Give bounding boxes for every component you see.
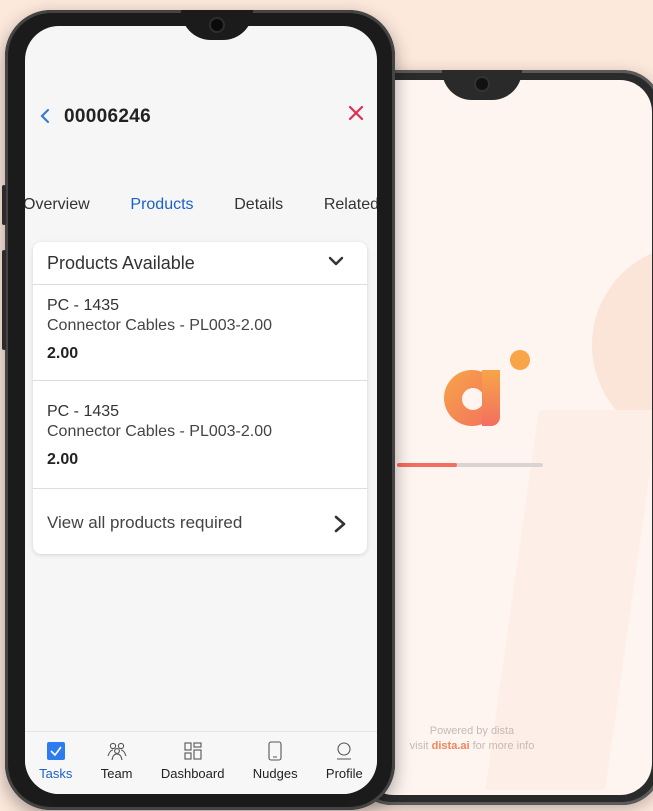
chevron-left-icon [40, 108, 50, 124]
products-available-card: Products Available PC - 1435 Connector C… [33, 242, 367, 554]
record-header: 00006246 [25, 96, 377, 136]
visit-line: visit dista.ai for more info [362, 740, 582, 752]
powered-by-text: Powered by dista [429, 725, 515, 737]
tab-overview[interactable]: Overview [25, 196, 94, 226]
product-name: Connector Cables - PL003-2.00 [47, 317, 273, 334]
nav-profile-label: Profile [325, 766, 363, 781]
team-icon [106, 740, 128, 762]
visit-suffix: for more info [472, 740, 535, 752]
dashboard-grid-icon [182, 740, 204, 762]
phone-icon [264, 740, 286, 762]
nav-dashboard[interactable]: Dashboard [160, 732, 225, 794]
product-quantity: 2.00 [47, 451, 79, 468]
product-code: PC - 1435 [47, 403, 120, 420]
side-button [2, 185, 6, 225]
chevron-down-icon[interactable] [327, 252, 345, 270]
nav-dashboard-label: Dashboard [160, 766, 225, 781]
nav-team-label: Team [100, 766, 133, 781]
products-card-title: Products Available [47, 253, 195, 273]
visit-prefix: visit [409, 740, 429, 752]
side-button [2, 250, 6, 350]
tab-products[interactable]: Products [126, 196, 197, 226]
foreground-phone: 00006246 Overview Products Details Relat… [2, 10, 395, 810]
background-phone: Powered by dista visit dista.ai for more… [352, 70, 653, 805]
check-box-icon [45, 740, 67, 762]
product-code: PC - 1435 [47, 297, 120, 314]
loading-progress-bar [397, 463, 543, 467]
loading-progress-fill [397, 463, 457, 467]
record-id-title: 00006246 [64, 106, 151, 127]
nav-profile[interactable]: Profile [326, 732, 363, 794]
product-list-item[interactable]: PC - 1435 Connector Cables - PL003-2.00 … [33, 285, 367, 381]
nav-tasks[interactable]: Tasks [39, 732, 72, 794]
product-quantity: 2.00 [47, 345, 79, 362]
products-card-header[interactable]: Products Available [33, 242, 367, 285]
nav-nudges[interactable]: Nudges [253, 732, 298, 794]
products-content: Products Available PC - 1435 Connector C… [25, 224, 377, 746]
product-name: Connector Cables - PL003-2.00 [47, 423, 273, 440]
app-screen: 00006246 Overview Products Details Relat… [25, 26, 377, 794]
nav-tasks-label: Tasks [39, 766, 73, 781]
dista-link[interactable]: dista.ai [432, 740, 470, 752]
close-button[interactable] [347, 104, 365, 126]
back-button[interactable] [37, 106, 57, 126]
nav-team[interactable]: Team [101, 732, 133, 794]
view-all-products-link[interactable]: View all products required [33, 489, 367, 554]
splash-screen: Powered by dista visit dista.ai for more… [362, 80, 652, 795]
tab-related[interactable]: Related [320, 196, 377, 226]
chevron-right-icon [334, 515, 346, 533]
tab-details[interactable]: Details [230, 196, 287, 226]
product-list-item[interactable]: PC - 1435 Connector Cables - PL003-2.00 … [33, 381, 367, 489]
view-all-label: View all products required [47, 513, 243, 532]
dista-logo-icon [432, 340, 530, 430]
profile-icon [333, 740, 355, 762]
close-icon [348, 105, 364, 121]
record-tabs: Overview Products Details Related [25, 196, 377, 226]
nav-nudges-label: Nudges [252, 766, 298, 781]
bottom-navigation: Tasks Team Dashboard Nudges Profile [25, 731, 377, 794]
